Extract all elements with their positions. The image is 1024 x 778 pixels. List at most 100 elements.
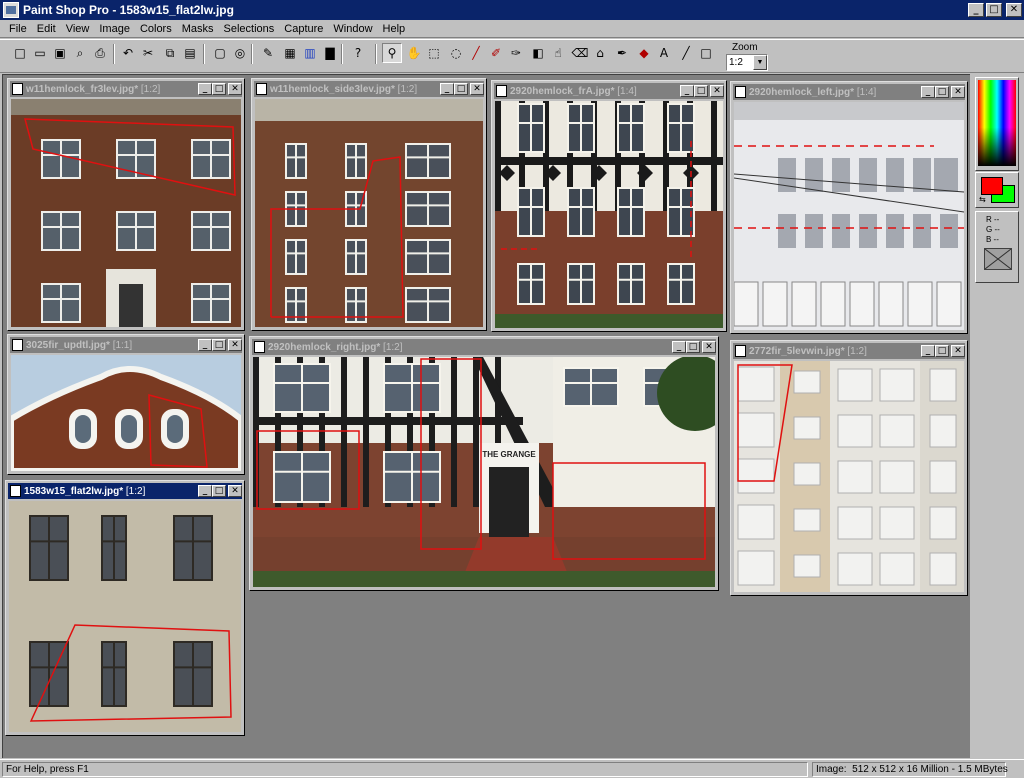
browse-icon[interactable]: ◎ xyxy=(230,43,250,63)
color-spectrum[interactable] xyxy=(978,80,1016,166)
selection-tool-icon[interactable]: ⬚ xyxy=(424,43,444,63)
menu-colors[interactable]: Colors xyxy=(135,23,177,35)
image-window-titlebar[interactable]: 2772fir_5levwin.jpg* [1:2] _ □ ✕ xyxy=(733,343,965,359)
zoom-tool-icon[interactable]: ⚲ xyxy=(382,43,402,63)
freehand-tool-icon[interactable]: ◌ xyxy=(446,43,466,63)
flood-fill-icon[interactable]: ◆ xyxy=(634,43,654,63)
maximize-button[interactable]: □ xyxy=(212,83,226,95)
image-canvas[interactable] xyxy=(734,361,964,592)
close-button[interactable]: ✕ xyxy=(710,85,724,97)
image-window[interactable]: 3025fir_updtl.jpg* [1:1] _ □ ✕ xyxy=(7,334,245,475)
copy-icon[interactable]: ⧉ xyxy=(160,43,180,63)
image-window-titlebar[interactable]: 2920hemlock_left.jpg* [1:4] _ □ ✕ xyxy=(733,84,965,100)
save-icon[interactable]: ▣ xyxy=(50,43,70,63)
maximize-button[interactable]: □ xyxy=(935,345,949,357)
image-canvas[interactable] xyxy=(734,102,964,330)
line-tool-icon[interactable]: ╱ xyxy=(676,43,696,63)
print-icon[interactable]: ⎙ xyxy=(90,43,110,63)
text-tool-icon[interactable]: A xyxy=(654,43,674,63)
color-palette-icon[interactable]: ▥ xyxy=(300,43,320,63)
image-window[interactable]: 2920hemlock_right.jpg* [1:2] _ □ ✕ THE GRA… xyxy=(249,336,719,591)
close-button[interactable]: ✕ xyxy=(228,485,242,497)
menu-selections[interactable]: Selections xyxy=(219,23,280,35)
chevron-down-icon[interactable]: ▼ xyxy=(753,55,767,70)
minimize-button[interactable]: _ xyxy=(921,345,935,357)
minimize-button[interactable]: _ xyxy=(198,83,212,95)
image-window[interactable]: 2920hemlock_frA.jpg* [1:4] _ □ ✕ xyxy=(491,80,727,332)
minimize-button[interactable]: _ xyxy=(198,485,212,497)
foreground-color-swatch[interactable] xyxy=(981,177,1003,195)
menu-help[interactable]: Help xyxy=(378,23,411,35)
menu-file[interactable]: File xyxy=(4,23,32,35)
image-window[interactable]: 2772fir_5levwin.jpg* [1:2] _ □ ✕ xyxy=(730,340,968,596)
close-button[interactable]: ✕ xyxy=(702,341,716,353)
airbrush-icon[interactable]: ✒ xyxy=(612,43,632,63)
undo-icon[interactable]: ↶ xyxy=(118,43,138,63)
dropper-tool-icon[interactable]: ╱ xyxy=(466,43,486,63)
menu-masks[interactable]: Masks xyxy=(177,23,219,35)
close-button[interactable]: ✕ xyxy=(1006,3,1022,17)
menu-image[interactable]: Image xyxy=(94,23,135,35)
close-button[interactable]: ✕ xyxy=(470,83,484,95)
swap-colors-icon[interactable]: ⇆ xyxy=(979,195,986,204)
image-canvas[interactable] xyxy=(11,355,241,471)
new-icon[interactable]: □ xyxy=(10,43,30,63)
image-window-titlebar[interactable]: 1583w15_flat2lw.jpg* [1:2] _ □ ✕ xyxy=(8,483,242,499)
image-window-titlebar[interactable]: 2920hemlock_frA.jpg* [1:4] _ □ ✕ xyxy=(494,83,724,99)
image-canvas[interactable]: THE GRANGE xyxy=(253,357,715,587)
shapes-tool-icon[interactable]: □ xyxy=(696,43,716,63)
print-preview-icon[interactable]: ⌕ xyxy=(70,43,90,63)
image-window[interactable]: w11hemlock_fr3lev.jpg* [1:2] _ □ ✕ xyxy=(7,78,245,331)
eraser-tool-icon[interactable]: ⌫ xyxy=(570,43,590,63)
maximize-button[interactable]: □ xyxy=(694,85,708,97)
close-button[interactable]: ✕ xyxy=(228,83,242,95)
maximize-button[interactable]: □ xyxy=(212,485,226,497)
image-canvas[interactable] xyxy=(495,101,723,328)
mover-tool-icon[interactable]: ✋ xyxy=(404,43,424,63)
close-button[interactable]: ✕ xyxy=(228,339,242,351)
image-window-titlebar[interactable]: 2920hemlock_right.jpg* [1:2] _ □ ✕ xyxy=(252,339,716,355)
image-canvas[interactable] xyxy=(255,99,483,327)
tool-palette-icon[interactable]: ▦ xyxy=(280,43,300,63)
zoom-select[interactable]: 1:2 ▼ xyxy=(726,54,768,71)
cut-icon[interactable]: ✂ xyxy=(138,43,158,63)
histogram-icon[interactable]: ▇ xyxy=(320,43,340,63)
menu-view[interactable]: View xyxy=(61,23,95,35)
maximize-button[interactable]: □ xyxy=(935,86,949,98)
color-replacer-icon[interactable]: ◧ xyxy=(528,43,548,63)
minimize-button[interactable]: _ xyxy=(680,85,694,97)
image-window[interactable]: 1583w15_flat2lw.jpg* [1:2] _ □ ✕ xyxy=(5,480,245,736)
paste-icon[interactable]: ▤ xyxy=(180,43,200,63)
maximize-button[interactable]: □ xyxy=(686,341,700,353)
app-icon[interactable] xyxy=(3,2,19,18)
app-title-bar[interactable]: Paint Shop Pro - 1583w15_flat2lw.jpg _ □… xyxy=(0,0,1024,20)
image-window[interactable]: w11hemlock_side3lev.jpg* [1:2] _ □ ✕ xyxy=(251,78,487,331)
clone-brush-icon[interactable]: ✑ xyxy=(506,43,526,63)
menu-window[interactable]: Window xyxy=(328,23,377,35)
minimize-button[interactable]: _ xyxy=(440,83,454,95)
maximize-button[interactable]: □ xyxy=(454,83,468,95)
full-screen-icon[interactable]: ▢ xyxy=(210,43,230,63)
help-icon[interactable]: ? xyxy=(348,43,368,63)
maximize-button[interactable]: □ xyxy=(212,339,226,351)
maximize-button[interactable]: □ xyxy=(986,3,1002,17)
paintbrush-tool-icon[interactable]: ✐ xyxy=(486,43,506,63)
menu-edit[interactable]: Edit xyxy=(32,23,61,35)
image-window-titlebar[interactable]: w11hemlock_fr3lev.jpg* [1:2] _ □ ✕ xyxy=(10,81,242,97)
minimize-button[interactable]: _ xyxy=(921,86,935,98)
minimize-button[interactable]: _ xyxy=(198,339,212,351)
control-palette-icon[interactable]: ✎ xyxy=(258,43,278,63)
image-window[interactable]: 2920hemlock_left.jpg* [1:4] _ □ ✕ xyxy=(730,81,968,334)
image-window-titlebar[interactable]: w11hemlock_side3lev.jpg* [1:2] _ □ ✕ xyxy=(254,81,484,97)
open-icon[interactable]: ▭ xyxy=(30,43,50,63)
minimize-button[interactable]: _ xyxy=(968,3,984,17)
image-window-titlebar[interactable]: 3025fir_updtl.jpg* [1:1] _ □ ✕ xyxy=(10,337,242,353)
close-button[interactable]: ✕ xyxy=(951,86,965,98)
picture-tube-icon[interactable]: ⌂ xyxy=(590,43,610,63)
minimize-button[interactable]: _ xyxy=(672,341,686,353)
image-canvas[interactable] xyxy=(9,501,241,732)
image-canvas[interactable] xyxy=(11,99,241,327)
retouch-tool-icon[interactable]: ☝ xyxy=(548,43,568,63)
close-button[interactable]: ✕ xyxy=(951,345,965,357)
menu-capture[interactable]: Capture xyxy=(279,23,328,35)
